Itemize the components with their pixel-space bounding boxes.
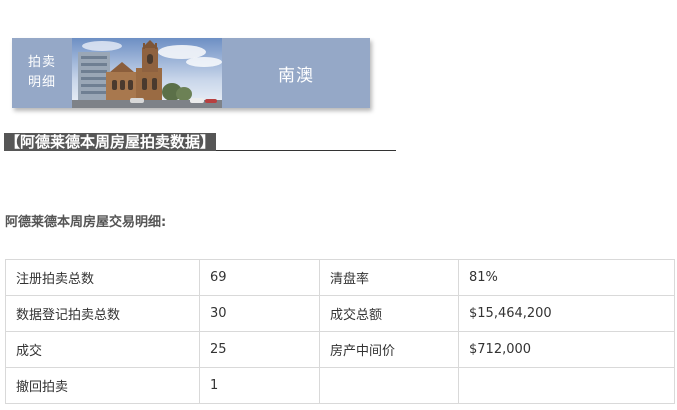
table-cell-label: 清盘率 xyxy=(319,259,459,296)
table-cell-value: $15,464,200 xyxy=(458,295,675,332)
table-cell-value: 1 xyxy=(199,367,320,404)
table-cell-value: 81% xyxy=(458,259,675,296)
page-heading: 【阿德莱德本周房屋拍卖数据】 xyxy=(4,133,217,151)
banner: 拍卖 明细 南澳 xyxy=(12,38,370,108)
table-cell-value xyxy=(458,367,675,404)
section-subtitle: 阿德莱德本周房屋交易明细: xyxy=(5,215,167,230)
table-cell-label: 数据登记拍卖总数 xyxy=(5,295,200,332)
table-cell-label: 房产中间价 xyxy=(319,331,459,368)
banner-tag: 拍卖 明细 xyxy=(12,38,72,108)
table-cell-label: 成交 xyxy=(5,331,200,368)
table-row: 成交 25 房产中间价 $712,000 xyxy=(5,331,675,368)
table-row: 注册拍卖总数 69 清盘率 81% xyxy=(5,259,675,296)
banner-tag-line2: 明细 xyxy=(27,75,56,90)
city-cathedral-photo xyxy=(72,38,222,108)
table-row: 撤回拍卖 1 xyxy=(5,367,675,404)
photo-illustration xyxy=(72,38,222,108)
table-cell-label: 注册拍卖总数 xyxy=(5,259,200,296)
table-cell-value: $712,000 xyxy=(458,331,675,368)
banner-region: 南澳 xyxy=(278,65,314,86)
table-cell-value: 30 xyxy=(199,295,320,332)
table-cell-label xyxy=(319,367,459,404)
table-cell-label: 撤回拍卖 xyxy=(5,367,200,404)
heading-underline: 【阿德莱德本周房屋拍卖数据】 xyxy=(4,132,396,151)
table-cell-value: 69 xyxy=(199,259,320,296)
banner-tag-line1: 拍卖 xyxy=(27,55,56,70)
table-row: 数据登记拍卖总数 30 成交总额 $15,464,200 xyxy=(5,295,675,332)
auction-data-table: 注册拍卖总数 69 清盘率 81% 数据登记拍卖总数 30 成交总额 $15,4… xyxy=(5,259,675,404)
table-cell-value: 25 xyxy=(199,331,320,368)
table-cell-label: 成交总额 xyxy=(319,295,459,332)
